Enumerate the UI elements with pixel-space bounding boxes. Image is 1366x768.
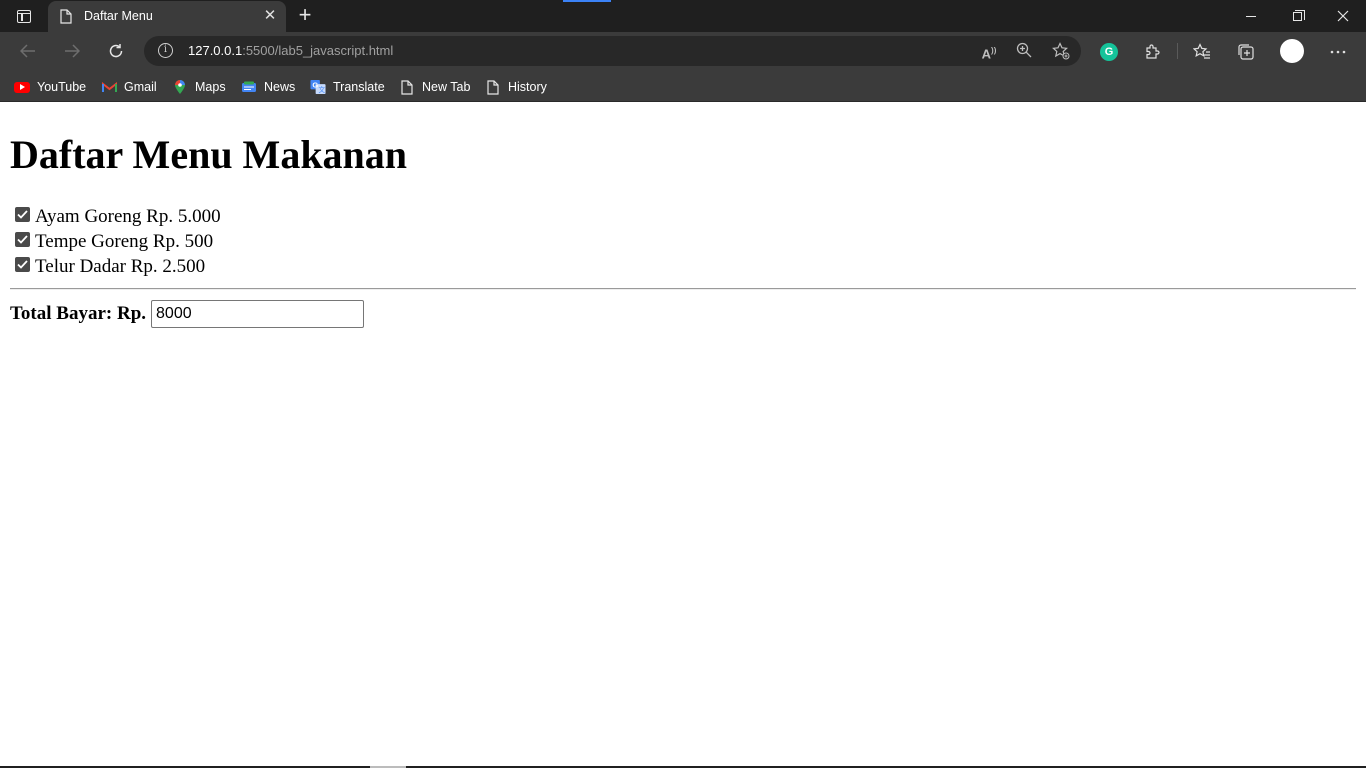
read-aloud-icon[interactable]: A)) <box>980 42 998 61</box>
checkbox-tempe-goreng[interactable] <box>15 232 30 247</box>
news-icon <box>241 79 257 95</box>
menu-item-label: Ayam Goreng Rp. 5.000 <box>35 205 221 227</box>
collections-icon <box>1238 44 1254 60</box>
bookmark-new-tab[interactable]: New Tab <box>399 76 470 98</box>
bookmark-label: YouTube <box>37 80 87 94</box>
checkmark-icon <box>17 235 28 244</box>
gmail-icon <box>101 79 117 95</box>
more-icon <box>1330 50 1346 54</box>
menu-item-label: Telur Dadar Rp. 2.500 <box>35 255 206 277</box>
bookmark-label: Gmail <box>124 80 157 94</box>
window-accent-line <box>563 0 611 2</box>
bookmark-maps[interactable]: Maps <box>172 76 226 98</box>
zoom-icon[interactable] <box>1015 42 1033 60</box>
url-text[interactable]: 127.0.0.1:5500/lab5_javascript.html <box>188 43 393 58</box>
bookmark-label: Maps <box>195 80 226 94</box>
new-tab-button[interactable]: + <box>292 4 318 28</box>
page-icon <box>399 79 415 95</box>
svg-text:G: G <box>312 80 318 89</box>
back-button[interactable] <box>14 37 42 65</box>
checkbox-telur-dadar[interactable] <box>15 257 30 272</box>
close-icon <box>1337 10 1349 22</box>
horizontal-rule <box>10 288 1356 290</box>
menu-list: Ayam Goreng Rp. 5.000 Tempe Goreng Rp. 5… <box>10 204 221 279</box>
grammarly-extension-button[interactable]: G <box>1098 41 1120 63</box>
total-input[interactable] <box>151 300 365 328</box>
checkmark-icon <box>17 260 28 269</box>
minimize-button[interactable] <box>1228 0 1274 32</box>
close-tab-icon[interactable]: ✕ <box>262 8 278 24</box>
close-window-button[interactable] <box>1320 0 1366 32</box>
grammarly-icon: G <box>1100 43 1118 61</box>
menu-item-ayam-goreng[interactable]: Ayam Goreng Rp. 5.000 <box>10 204 221 229</box>
translate-icon: G文 <box>310 79 326 95</box>
menu-item-tempe-goreng[interactable]: Tempe Goreng Rp. 500 <box>10 229 221 254</box>
url-host: 127.0.0.1 <box>188 43 243 58</box>
profile-button[interactable] <box>1280 39 1304 63</box>
tab-daftar-menu[interactable]: Daftar Menu ✕ <box>48 1 286 32</box>
site-info-icon[interactable]: i <box>158 43 173 58</box>
restore-icon <box>1292 9 1305 21</box>
forward-button[interactable] <box>58 37 86 65</box>
checkbox-ayam-goreng[interactable] <box>15 207 30 222</box>
bookmark-label: News <box>264 80 296 94</box>
bookmark-youtube[interactable]: YouTube <box>14 76 86 98</box>
extensions-button[interactable] <box>1142 41 1164 63</box>
bookmark-label: History <box>508 80 547 94</box>
checkmark-icon <box>17 210 28 219</box>
arrow-right-icon <box>65 44 80 58</box>
bookmark-gmail[interactable]: Gmail <box>101 76 157 98</box>
toolbar-divider <box>1177 43 1178 59</box>
arrow-left-icon <box>20 44 35 58</box>
svg-text:文: 文 <box>318 85 325 94</box>
browser-toolbar: i 127.0.0.1:5500/lab5_javascript.html A)… <box>0 32 1366 70</box>
menu-item-telur-dadar[interactable]: Telur Dadar Rp. 2.500 <box>10 254 221 279</box>
reload-button[interactable] <box>102 37 130 65</box>
page-icon <box>485 79 501 95</box>
minimize-icon <box>1246 15 1256 17</box>
add-favorite-icon[interactable] <box>1052 42 1070 60</box>
menu-item-label: Tempe Goreng Rp. 500 <box>35 230 214 252</box>
bookmarks-bar: YouTube Gmail Maps News G文 Translate New… <box>0 70 1366 102</box>
title-bar: Daftar Menu ✕ + <box>0 0 1366 32</box>
bookmark-label: Translate <box>333 80 385 94</box>
maps-icon <box>172 79 188 95</box>
avatar <box>1280 39 1304 63</box>
more-menu-button[interactable] <box>1327 41 1349 63</box>
total-row: Total Bayar: Rp. <box>10 300 365 328</box>
reload-icon <box>109 44 123 58</box>
favorites-icon <box>1193 43 1210 59</box>
address-bar[interactable]: i 127.0.0.1:5500/lab5_javascript.html A)… <box>144 36 1081 66</box>
page-icon <box>60 9 72 29</box>
url-path: :5500/lab5_javascript.html <box>242 43 394 58</box>
tab-actions-icon <box>17 9 31 23</box>
total-label: Total Bayar: Rp. <box>10 303 147 324</box>
tab-title: Daftar Menu <box>84 9 153 23</box>
puzzle-icon <box>1146 44 1160 59</box>
favorites-button[interactable] <box>1191 41 1213 63</box>
tab-actions-button[interactable] <box>8 4 40 28</box>
bookmark-label: New Tab <box>422 80 471 94</box>
page-title: Daftar Menu Makanan <box>10 132 408 177</box>
collections-button[interactable] <box>1235 41 1257 63</box>
bookmark-news[interactable]: News <box>241 76 295 98</box>
restore-button[interactable] <box>1274 0 1320 32</box>
page-content: Daftar Menu Makanan Ayam Goreng Rp. 5.00… <box>0 103 1366 768</box>
bookmark-translate[interactable]: G文 Translate <box>310 76 385 98</box>
youtube-icon <box>14 81 30 93</box>
bookmark-history[interactable]: History <box>485 76 547 98</box>
